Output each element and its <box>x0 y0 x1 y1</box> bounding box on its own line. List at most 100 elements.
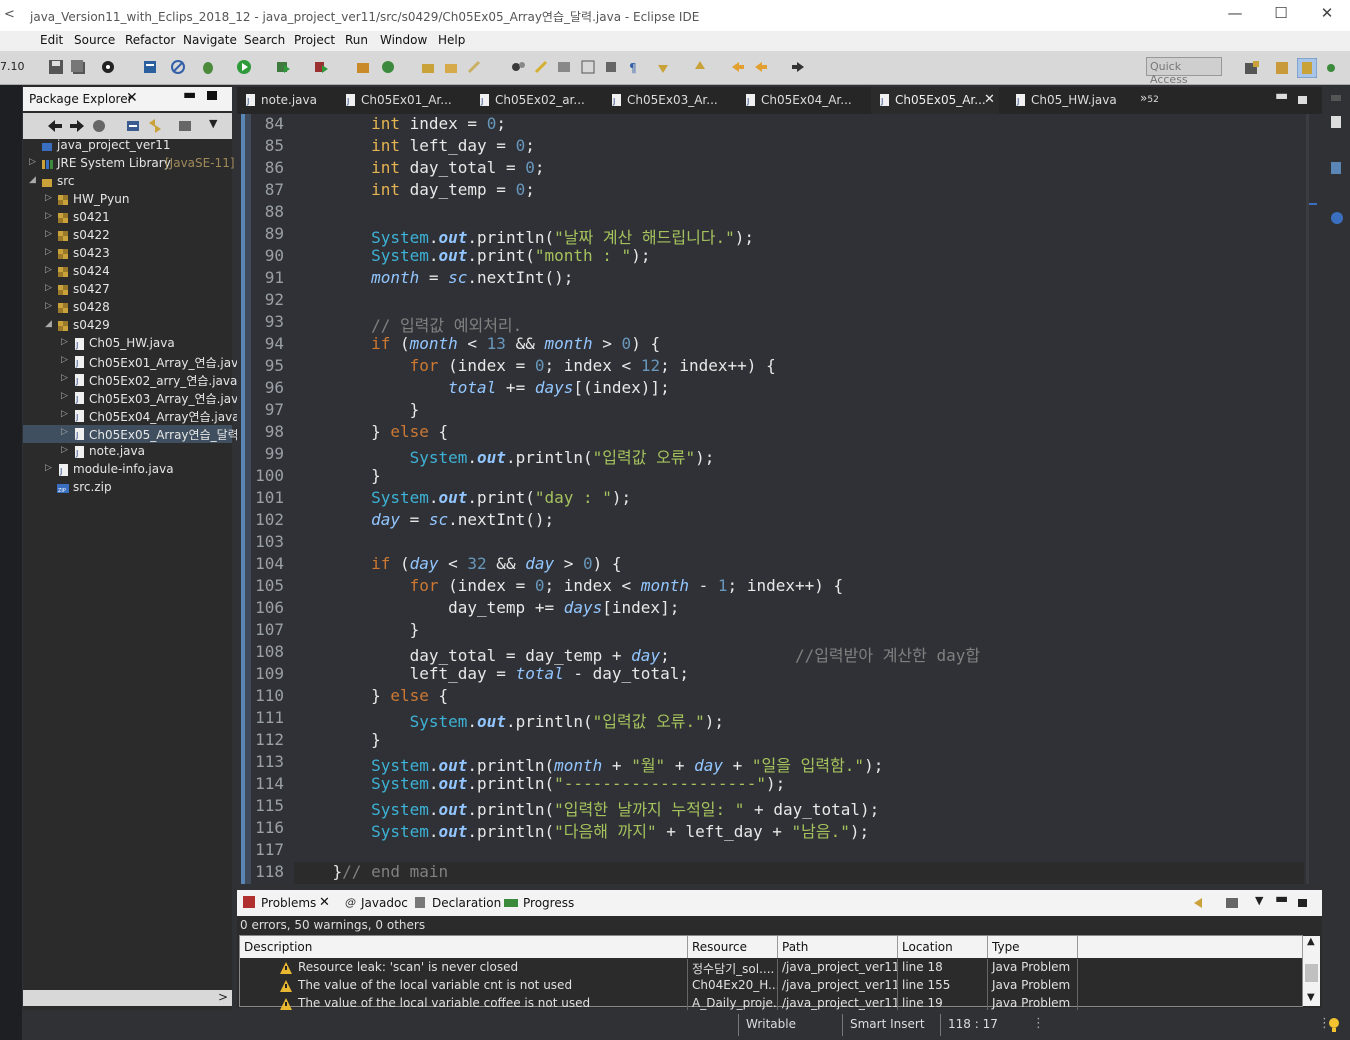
block-selection-icon[interactable] <box>580 59 596 75</box>
tree-item[interactable]: ▷ HW_Pyun <box>23 191 232 209</box>
tree-item[interactable]: ▷ s0422 <box>23 227 232 245</box>
save-all-icon[interactable] <box>70 59 86 75</box>
whitespace-icon[interactable] <box>603 59 619 75</box>
code-line[interactable]: int left_day = 0; <box>294 136 535 155</box>
column-header[interactable]: Location <box>898 936 988 958</box>
skip-breakpoints-icon[interactable] <box>170 59 186 75</box>
code-line[interactable]: } <box>294 466 381 485</box>
code-line[interactable]: System.out.println("다음해 까지" + left_day +… <box>294 818 869 842</box>
task-list-icon[interactable] <box>1330 161 1342 175</box>
menu-run[interactable]: Run <box>345 33 368 47</box>
editor-vscroll[interactable] <box>1304 114 1320 884</box>
table-cell[interactable]: /java_project_ver11... <box>778 977 898 995</box>
code-line[interactable]: } else { <box>294 422 448 441</box>
column-header[interactable]: Type <box>988 936 1078 958</box>
table-cell[interactable]: Ch04Ex20_H... <box>688 977 778 995</box>
tree-item[interactable]: ▷ J Ch05Ex03_Array_연습.jav <box>23 389 238 407</box>
code-line[interactable]: int day_temp = 0; <box>294 180 535 199</box>
code-line[interactable]: int day_total = 0; <box>294 158 544 177</box>
editor-tab[interactable]: J Ch05Ex02_ar... <box>471 87 597 114</box>
table-cell[interactable]: line 18 <box>898 959 988 977</box>
tree-item[interactable]: ◢ src <box>23 173 232 191</box>
word-wrap-icon[interactable] <box>556 59 572 75</box>
expand-arrow-icon[interactable]: ▷ <box>45 283 52 293</box>
code-line[interactable]: System.out.println(month + "월" + day + "… <box>294 752 883 776</box>
quick-access-input[interactable]: Quick Access <box>1146 57 1222 86</box>
next-annotation-icon[interactable] <box>655 59 671 75</box>
maximize-button[interactable]: ☐ <box>1258 4 1304 28</box>
code-line[interactable]: // 입력값 예외처리. <box>294 312 522 336</box>
menu-edit[interactable]: Edit <box>40 33 63 47</box>
code-line[interactable]: total += days[(index)]; <box>294 378 670 397</box>
minimize-panel-icon[interactable]: ▬ <box>1275 891 1288 907</box>
code-line[interactable]: System.out.println("입력한 날까지 누적일: " + day… <box>294 796 879 820</box>
focus-panel-icon[interactable] <box>1224 895 1240 911</box>
scroll-up-icon[interactable]: ▲ <box>1307 936 1315 947</box>
link-with-editor-icon[interactable] <box>147 118 163 134</box>
column-header[interactable]: Description <box>240 936 688 958</box>
view-menu-icon[interactable]: ▼ <box>209 117 217 130</box>
table-cell[interactable]: The value of the local variable cnt is n… <box>240 977 688 995</box>
tree-item[interactable]: ZIP src.zip <box>23 479 232 497</box>
up-folder-icon[interactable] <box>91 118 107 134</box>
editor-tab[interactable]: J Ch05Ex03_Ar... <box>603 87 729 114</box>
save-icon[interactable] <box>48 59 64 75</box>
editor-tab[interactable]: J Ch05Ex05_Ar... ✕ <box>871 87 999 114</box>
expand-arrow-icon[interactable]: ▷ <box>61 391 68 401</box>
new-java-project-icon[interactable] <box>355 59 371 75</box>
back-nav-icon[interactable] <box>47 118 63 134</box>
toggle-mark-occurrences-icon[interactable] <box>510 59 526 75</box>
table-cell[interactable]: Java Problem <box>988 977 1078 995</box>
collapse-arrow-icon[interactable]: ◢ <box>45 319 52 329</box>
highlight-icon[interactable] <box>533 59 549 75</box>
restore-icon[interactable] <box>1330 91 1342 103</box>
code-line[interactable]: System.out.println("--------------------… <box>294 774 785 793</box>
code-line[interactable]: for (index = 0; index < month - 1; index… <box>294 576 844 595</box>
editor-vscroll-thumb[interactable] <box>1306 114 1309 884</box>
code-line[interactable]: if (day < 32 && day > 0) { <box>294 554 622 573</box>
tree-item[interactable]: ▷ J Ch05Ex02_arry_연습.java <box>23 371 237 389</box>
tree-item[interactable]: ▷ J Ch05_HW.java <box>23 335 232 353</box>
tree-item[interactable]: ▷ J Ch05Ex04_Array연습.java <box>23 407 240 425</box>
column-header[interactable]: Resource <box>688 936 778 958</box>
expand-arrow-icon[interactable]: ▷ <box>45 211 52 221</box>
table-cell[interactable]: Resource leak: 'scan' is never closed <box>240 959 688 977</box>
tab-overflow-button[interactable]: »52 <box>1140 91 1159 105</box>
editor-tab[interactable]: J Ch05Ex01_Ar... <box>337 87 463 114</box>
open-folder-icon[interactable] <box>443 59 459 75</box>
open-perspective-icon[interactable] <box>1244 60 1260 76</box>
code-line[interactable]: System.out.print("day : "); <box>294 488 631 507</box>
package-explorer-title[interactable]: Package Explorer <box>29 92 133 106</box>
paragraph-icon[interactable]: ¶ <box>626 59 642 75</box>
menu-window[interactable]: Window <box>380 33 427 47</box>
code-line[interactable]: left_day = total - day_total; <box>294 664 689 683</box>
status-more-icon[interactable]: ⋮ <box>1032 1016 1045 1031</box>
editor-tab[interactable]: J Ch05_HW.java <box>1007 87 1133 114</box>
outline-icon[interactable] <box>1330 115 1342 129</box>
menu-project[interactable]: Project <box>294 33 335 47</box>
code-line[interactable]: for (index = 0; index < 12; index++) { <box>294 356 776 375</box>
close-window-button[interactable]: ✕ <box>1304 4 1350 28</box>
run-icon[interactable] <box>236 59 252 75</box>
expand-arrow-icon[interactable]: ▷ <box>61 373 68 383</box>
overview-marker[interactable] <box>1309 203 1317 205</box>
scroll-down-icon[interactable]: ▼ <box>1307 992 1315 1003</box>
expand-arrow-icon[interactable]: ▷ <box>45 265 52 275</box>
debug-target-icon[interactable] <box>100 59 116 75</box>
code-line[interactable]: System.out.print("month : "); <box>294 246 650 265</box>
menu-navigate[interactable]: Navigate <box>183 33 237 47</box>
problems-scroll-thumb[interactable] <box>1305 964 1318 982</box>
maximize-view-icon[interactable] <box>207 91 217 100</box>
code-line[interactable]: } <box>294 620 420 639</box>
expand-arrow-icon[interactable]: ▷ <box>45 301 52 311</box>
menu-help[interactable]: Help <box>438 33 465 47</box>
expand-arrow-icon[interactable]: ▷ <box>61 355 68 365</box>
status-insert-mode[interactable]: Smart Insert <box>850 1017 925 1031</box>
tree-item[interactable]: ▷ J Ch05Ex05_Array연습_달력 <box>23 425 239 443</box>
code-line[interactable]: int index = 0; <box>294 114 506 133</box>
new-class-icon[interactable] <box>380 59 396 75</box>
code-line[interactable]: if (month < 13 && month > 0) { <box>294 334 660 353</box>
expand-arrow-icon[interactable]: ▷ <box>45 463 52 473</box>
tree-item[interactable]: ▷ J Ch05Ex01_Array_연습.jav <box>23 353 238 371</box>
code-line[interactable]: System.out.println("입력값 오류."); <box>294 708 724 732</box>
